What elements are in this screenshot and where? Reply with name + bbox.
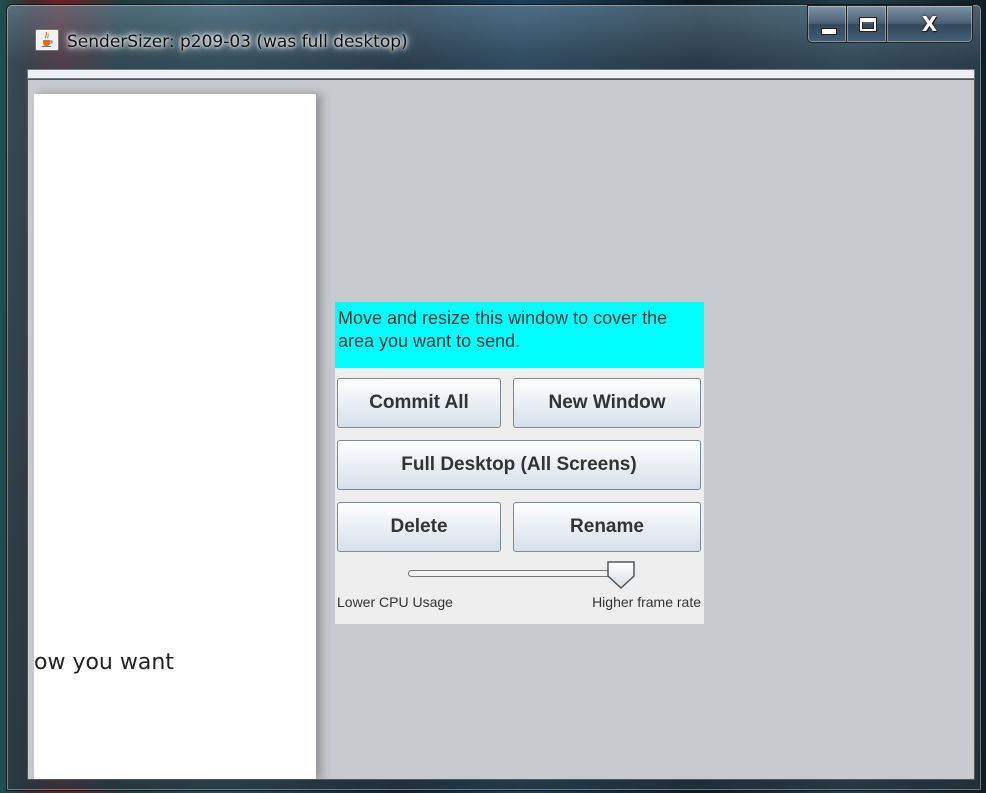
control-panel: Move and resize this window to cover the…	[335, 302, 704, 624]
caption-buttons: X	[807, 5, 973, 43]
title-bar[interactable]: SenderSizer: p209-03 (was full desktop) …	[7, 5, 981, 65]
maximize-icon	[859, 17, 877, 32]
minimize-icon	[821, 28, 837, 35]
new-window-button[interactable]: New Window	[513, 378, 701, 428]
frame-rate-slider-track[interactable]	[408, 570, 632, 577]
menu-bar-strip	[27, 69, 975, 79]
full-desktop-button[interactable]: Full Desktop (All Screens)	[337, 440, 701, 490]
commit-all-button[interactable]: Commit All	[337, 378, 501, 428]
close-icon: X	[921, 12, 938, 36]
minimize-button[interactable]	[807, 5, 847, 43]
slider-max-label: Higher frame rate	[592, 594, 701, 610]
background-document-pane: ow you want	[34, 94, 316, 779]
maximize-button[interactable]	[847, 5, 887, 43]
window-title: SenderSizer: p209-03 (was full desktop)	[67, 32, 408, 52]
sendersizer-window[interactable]: SenderSizer: p209-03 (was full desktop) …	[6, 4, 982, 791]
instruction-message: Move and resize this window to cover the…	[335, 302, 704, 368]
close-button[interactable]: X	[887, 5, 973, 43]
rename-button[interactable]: Rename	[513, 502, 701, 552]
java-cup-icon[interactable]	[35, 29, 59, 51]
slider-thumb[interactable]	[606, 560, 636, 590]
partial-document-text: ow you want	[34, 650, 174, 675]
slider-min-label: Lower CPU Usage	[337, 594, 453, 610]
delete-button[interactable]: Delete	[337, 502, 501, 552]
client-area: ow you want Move and resize this window …	[27, 79, 975, 780]
